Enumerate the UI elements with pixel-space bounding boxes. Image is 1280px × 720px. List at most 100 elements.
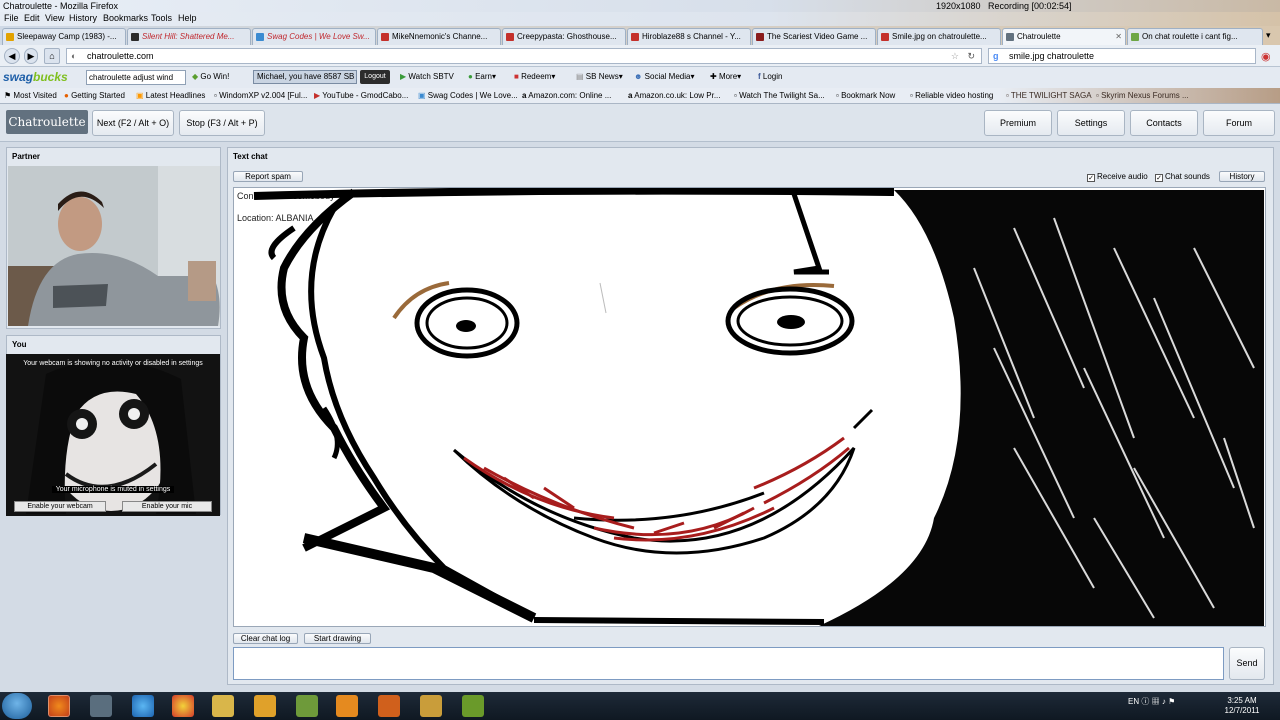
menu-history[interactable]: History [69, 13, 97, 23]
media-player-icon[interactable] [254, 695, 276, 717]
flag-icon[interactable]: ⚑ [1168, 697, 1175, 706]
tab-label: Chatroulette [1017, 32, 1061, 41]
swagbucks-search-input[interactable]: chatroulette adjust wind [86, 70, 186, 85]
language-indicator[interactable]: EN [1128, 697, 1139, 706]
app-icon[interactable] [378, 695, 400, 717]
chat-sounds-checkbox[interactable]: ✓ Chat sounds [1155, 172, 1210, 182]
redeem-button[interactable]: ■ Redeem▾ [514, 72, 555, 81]
bookmark-swag-codes[interactable]: ▣ Swag Codes | We Love... [418, 91, 518, 100]
bookmark-getting-started[interactable]: ● Getting Started [64, 91, 125, 100]
bookmark-now[interactable]: ▫ Bookmark Now [836, 91, 895, 100]
more-button[interactable]: ✚ More▾ [710, 72, 741, 81]
enable-mic-button[interactable]: Enable your mic [122, 501, 212, 512]
network-icon[interactable]: ▦ [1152, 697, 1160, 706]
tab-list-icon[interactable]: ▾ [1266, 30, 1271, 41]
chatroulette-page: Chatroulette Next (F2 / Alt + O) Stop (F… [0, 104, 1280, 692]
help-icon[interactable]: ⓘ [1141, 697, 1149, 706]
menu-edit[interactable]: Edit [24, 13, 40, 23]
clear-chat-log-button[interactable]: Clear chat log [233, 633, 298, 644]
tab[interactable]: Creepypasta: Ghosthouse... [502, 28, 626, 45]
plus-icon: ✚ [710, 72, 717, 81]
bookmark-amazon-uk[interactable]: a Amazon.co.uk: Low Pr... [628, 91, 721, 100]
menu-file[interactable]: File [4, 13, 19, 23]
window-titlebar: Chatroulette - Mozilla Firefox 1920x1080… [0, 0, 1280, 12]
report-spam-button[interactable]: Report spam [233, 171, 303, 182]
tab-favicon-icon [506, 33, 514, 41]
login-label: Login [762, 72, 783, 81]
partner-panel: Partner [6, 147, 221, 329]
bookmark-amazon-com[interactable]: a Amazon.com: Online ... [522, 91, 611, 100]
tab-label: MikeNnemonic's Channe... [392, 32, 488, 41]
app-icon[interactable] [462, 695, 484, 717]
bookmark-youtube[interactable]: ▶ YouTube - GmodCabo... [314, 91, 408, 100]
bookmark-video-hosting[interactable]: ▫ Reliable video hosting [910, 91, 993, 100]
menu-bar: File Edit View History Bookmarks Tools H… [0, 12, 1280, 26]
menu-view[interactable]: View [45, 13, 64, 23]
url-bar[interactable]: ◐ chatroulette.com ☆ ↻ [66, 48, 982, 64]
send-button[interactable]: Send [1229, 647, 1265, 680]
chat-message-input[interactable] [233, 647, 1224, 680]
menu-help[interactable]: Help [178, 13, 197, 23]
menu-bookmarks[interactable]: Bookmarks [103, 13, 148, 23]
tab[interactable]: Silent Hill: Shattered Me... [127, 28, 251, 45]
tab[interactable]: Sleepaway Camp (1983) -... [2, 28, 126, 45]
social-media-button[interactable]: ☻ Social Media▾ [634, 72, 694, 81]
reload-icon[interactable]: ↻ [967, 49, 975, 63]
windows-start-icon[interactable] [2, 693, 32, 719]
settings-gear-icon[interactable] [90, 695, 112, 717]
stop-button[interactable]: Stop (F3 / Alt + P) [179, 110, 265, 136]
chat-log-drawing-canvas[interactable]: Connected to somebody Location: ALBANIA [233, 187, 1266, 627]
history-button[interactable]: History [1219, 171, 1265, 182]
search-input[interactable]: g smile.jpg chatroulette [988, 48, 1256, 64]
contacts-button[interactable]: Contacts [1130, 110, 1198, 136]
partner-video-frame [8, 166, 220, 326]
firefox-taskbar-icon[interactable] [48, 695, 70, 717]
sb-news-button[interactable]: ▤ SB News▾ [576, 72, 623, 81]
bookmark-twilight-saga[interactable]: ▫ THE TWILIGHT SAGA [1006, 91, 1092, 100]
app-icon[interactable] [336, 695, 358, 717]
folder-icon[interactable] [212, 695, 234, 717]
enable-webcam-button[interactable]: Enable your webcam [14, 501, 106, 512]
menu-tools[interactable]: Tools [151, 13, 172, 23]
settings-button[interactable]: Settings [1057, 110, 1125, 136]
bookmark-latest-headlines[interactable]: ▣ Latest Headlines [136, 91, 205, 100]
receive-audio-checkbox[interactable]: ✓ Receive audio [1087, 172, 1148, 182]
chrome-icon[interactable] [172, 695, 194, 717]
back-icon[interactable]: ◀ [4, 48, 20, 64]
url-text: chatroulette.com [87, 51, 154, 61]
swagbucks-logo[interactable]: swagbucks [3, 70, 68, 84]
tab[interactable]: The Scariest Video Game ... [752, 28, 876, 45]
premium-button[interactable]: Premium [984, 110, 1052, 136]
minecraft-icon[interactable] [296, 695, 318, 717]
tab[interactable]: Swag Codes | We Love Sw... [252, 28, 376, 45]
tab[interactable]: Hiroblaze88 s Channel - Y... [627, 28, 751, 45]
go-win-button[interactable]: ◆ Go Win! [192, 72, 229, 81]
facebook-login-button[interactable]: f Login [758, 72, 782, 81]
tab-active[interactable]: Chatroulette ✕ [1002, 28, 1126, 45]
tab[interactable]: MikeNnemonic's Channe... [377, 28, 501, 45]
bookmark-skyrim-nexus[interactable]: ▫ Skyrim Nexus Forums ... [1096, 91, 1189, 100]
clock[interactable]: 3:25 AM 12/7/2011 [1222, 696, 1262, 716]
addon-icon[interactable]: ◉ [1261, 50, 1271, 63]
checkbox-checked-icon: ✓ [1155, 174, 1163, 182]
bookmark-most-visited[interactable]: ⚑ Most Visited [4, 91, 57, 100]
close-tab-icon[interactable]: ✕ [1115, 29, 1122, 44]
watch-sbtv-button[interactable]: ▶ Watch SBTV [400, 72, 454, 81]
bookmark-twilight[interactable]: ▫ Watch The Twilight Sa... [734, 91, 825, 100]
logout-button[interactable]: Logout [360, 70, 390, 84]
internet-explorer-icon[interactable] [132, 695, 154, 717]
forward-icon[interactable]: ▶ [24, 48, 38, 64]
earn-button[interactable]: ● Earn▾ [468, 72, 496, 81]
tab[interactable]: On chat roulette i cant fig... [1127, 28, 1263, 45]
home-icon[interactable]: ⌂ [44, 48, 60, 64]
bookmark-label: Reliable video hosting [915, 91, 994, 100]
next-button[interactable]: Next (F2 / Alt + O) [92, 110, 174, 136]
forum-button[interactable]: Forum [1203, 110, 1275, 136]
speaker-icon[interactable]: ♪ [1162, 697, 1166, 706]
bookmark-star-icon[interactable]: ☆ [951, 49, 959, 63]
tab[interactable]: Smile.jpg on chatroulette... [877, 28, 1001, 45]
chatroulette-logo[interactable]: Chatroulette [6, 110, 88, 134]
bookmark-windomxp[interactable]: ▫ WindomXP v2.004 [Ful... [214, 91, 307, 100]
tools-icon[interactable] [420, 695, 442, 717]
start-drawing-button[interactable]: Start drawing [304, 633, 371, 644]
